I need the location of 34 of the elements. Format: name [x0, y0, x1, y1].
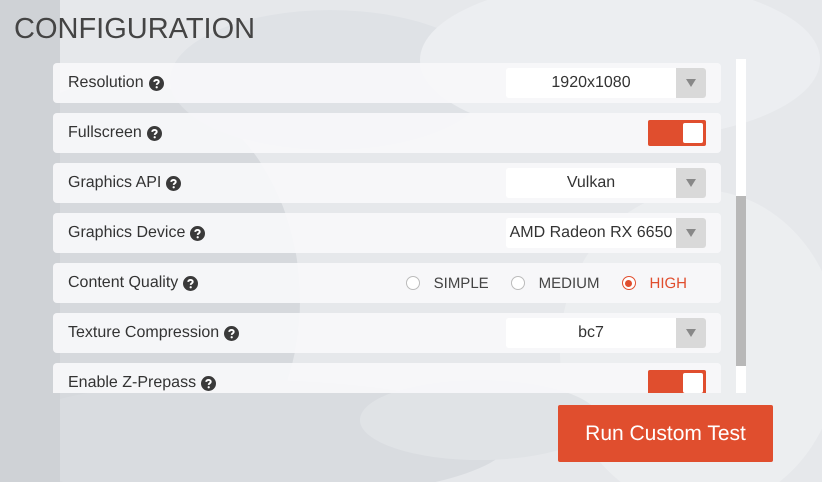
- dropdown[interactable]: Vulkan: [506, 168, 706, 198]
- radio-button[interactable]: [622, 276, 636, 290]
- radio-label[interactable]: HIGH: [650, 274, 687, 292]
- setting-label: Content Quality: [68, 274, 178, 292]
- help-icon[interactable]: [224, 326, 240, 340]
- help-icon[interactable]: [190, 226, 206, 240]
- help-icon[interactable]: [148, 76, 164, 90]
- caret-icon: [686, 179, 696, 187]
- scrollbar[interactable]: [736, 59, 746, 393]
- setting-label: Graphics API: [68, 174, 162, 192]
- radio-button[interactable]: [406, 276, 420, 290]
- setting-label: Fullscreen: [68, 124, 142, 142]
- setting-label: Resolution: [68, 74, 144, 92]
- toggle-switch[interactable]: [648, 370, 706, 393]
- dropdown[interactable]: bc7: [506, 318, 706, 348]
- caret-icon: [686, 229, 696, 237]
- setting-label: Enable Z-Prepass: [68, 374, 196, 392]
- page-title: CONFIGURATION: [13, 12, 256, 46]
- dropdown[interactable]: AMD Radeon RX 6650: [506, 218, 706, 248]
- help-icon[interactable]: [201, 376, 216, 390]
- scrollbar-thumb[interactable]: [736, 196, 746, 366]
- radio-label[interactable]: MEDIUM: [538, 274, 600, 292]
- caret-icon: [686, 79, 696, 87]
- setting-label: Texture Compression: [68, 324, 220, 342]
- radio-label[interactable]: SIMPLE: [434, 274, 489, 292]
- run-custom-test-button[interactable]: Run Custom Test: [558, 405, 773, 462]
- help-icon[interactable]: [146, 126, 162, 140]
- toggle-switch[interactable]: [648, 120, 706, 146]
- radio-button[interactable]: [510, 276, 525, 290]
- help-icon[interactable]: [183, 276, 198, 290]
- help-icon[interactable]: [166, 176, 182, 190]
- setting-label: Graphics Device: [68, 224, 186, 242]
- dropdown[interactable]: 1920x1080: [506, 68, 706, 98]
- caret-icon: [686, 329, 696, 337]
